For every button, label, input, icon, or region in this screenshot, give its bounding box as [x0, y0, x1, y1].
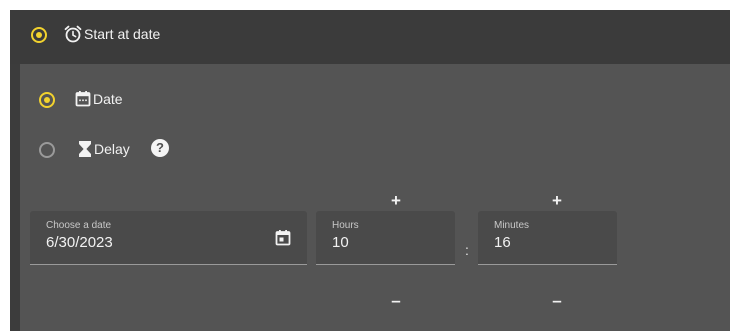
schedule-options-container: Start at date Date Delay ? + + Choose a …	[10, 10, 730, 331]
start-at-date-header[interactable]: Start at date	[10, 10, 730, 64]
date-field[interactable]: Choose a date 6/30/2023	[30, 211, 307, 265]
delay-radio[interactable]	[39, 142, 55, 158]
minutes-field[interactable]: Minutes 16	[478, 211, 617, 265]
date-field-label: Choose a date	[46, 220, 112, 231]
calendar-picker-icon[interactable]	[275, 229, 291, 246]
calendar-icon	[75, 91, 91, 107]
delay-option-label: Delay	[94, 141, 130, 157]
start-at-date-radio[interactable]	[31, 27, 47, 43]
minutes-field-value[interactable]: 16	[494, 234, 511, 252]
hours-decrement-button[interactable]: –	[386, 292, 406, 310]
hours-increment-button[interactable]: +	[386, 192, 406, 210]
hours-field[interactable]: Hours 10	[316, 211, 455, 265]
minutes-increment-button[interactable]: +	[547, 192, 567, 210]
hours-field-label: Hours	[332, 220, 359, 231]
date-option-label: Date	[93, 91, 123, 107]
help-icon[interactable]: ?	[151, 139, 169, 157]
date-field-value[interactable]: 6/30/2023	[46, 234, 113, 252]
time-separator: :	[465, 242, 469, 258]
date-options-panel: Date Delay ? + + Choose a date 6/30/2023	[20, 64, 730, 331]
alarm-clock-icon	[64, 25, 82, 43]
hours-field-value[interactable]: 10	[332, 234, 349, 252]
minutes-decrement-button[interactable]: –	[547, 292, 567, 310]
hourglass-icon	[79, 141, 91, 157]
minutes-field-label: Minutes	[494, 220, 530, 231]
date-radio[interactable]	[39, 92, 55, 108]
start-at-date-label: Start at date	[84, 26, 161, 42]
